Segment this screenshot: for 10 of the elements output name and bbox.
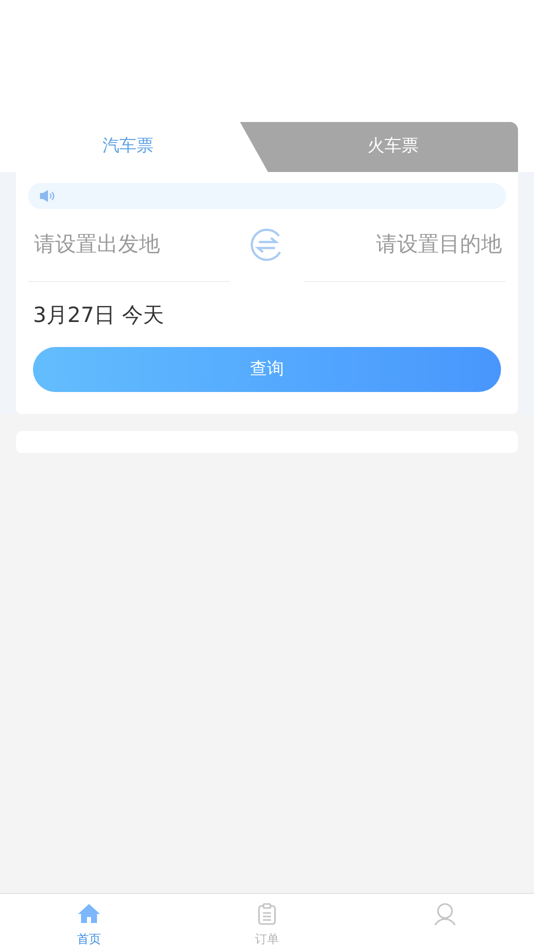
search-button[interactable]: 查询 bbox=[33, 347, 501, 392]
departure-field[interactable]: 请设置出发地 bbox=[28, 229, 228, 261]
nav-home-tab[interactable]: 首页 bbox=[0, 894, 178, 949]
nav-orders-tab[interactable]: 订单 bbox=[178, 894, 356, 949]
destination-field[interactable]: 请设置目的地 bbox=[306, 229, 506, 261]
date-text[interactable]: 3月27日 今天 bbox=[33, 302, 506, 328]
speaker-icon bbox=[39, 189, 56, 203]
tab[interactable]: 火车票 bbox=[240, 122, 518, 172]
house-icon bbox=[76, 902, 102, 926]
person-icon bbox=[432, 902, 458, 926]
